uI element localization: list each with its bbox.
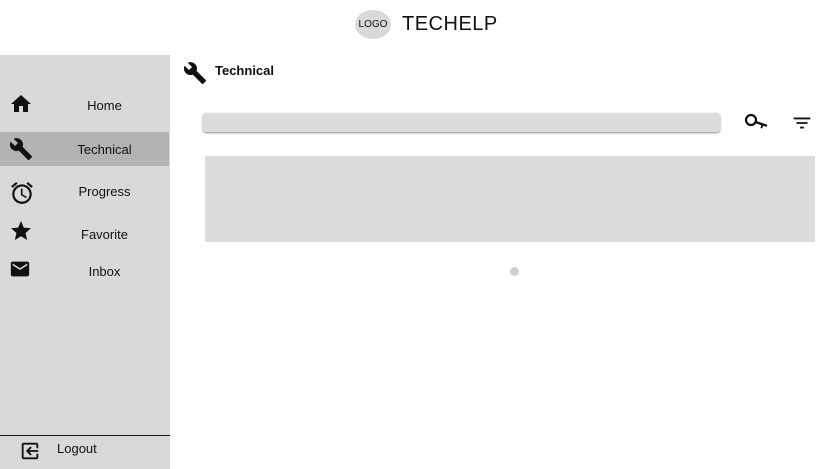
search-input[interactable] (203, 113, 720, 132)
star-icon (9, 219, 33, 243)
wrench-icon (9, 137, 33, 161)
sidebar-item-favorite[interactable]: Favorite (0, 218, 169, 252)
mail-icon (9, 258, 33, 282)
app-title: TECHELP (402, 13, 498, 35)
logout-icon (19, 440, 41, 462)
key-search-icon[interactable] (744, 112, 769, 132)
sidebar-item-label: Inbox (88, 264, 121, 279)
sidebar-item-home[interactable]: Home (0, 88, 169, 122)
alarm-clock-icon (9, 180, 33, 204)
sidebar-item-technical[interactable]: Technical (0, 132, 169, 166)
sidebar-item-label: Home (87, 98, 122, 113)
sidebar-item-label: Progress (78, 184, 131, 199)
pagination-dot[interactable] (510, 267, 519, 276)
sidebar: Home Technical Progress Favorite Inbox L… (0, 55, 170, 469)
logout-label: Logout (57, 441, 97, 456)
page-title: Technical (215, 63, 275, 78)
top-bar: LOGO TECHELP (0, 0, 834, 55)
wrench-icon (183, 61, 207, 85)
sidebar-item-label: Technical (77, 142, 132, 157)
sidebar-item-label: Favorite (81, 227, 128, 242)
home-icon (9, 92, 33, 116)
sidebar-item-inbox[interactable]: Inbox (0, 255, 169, 289)
content-placeholder (205, 156, 815, 242)
filter-icon[interactable] (791, 112, 813, 134)
logout-button[interactable]: Logout (0, 436, 170, 469)
logo[interactable]: LOGO (355, 10, 391, 39)
logo-text: LOGO (358, 19, 388, 30)
sidebar-item-progress[interactable]: Progress (0, 175, 169, 209)
